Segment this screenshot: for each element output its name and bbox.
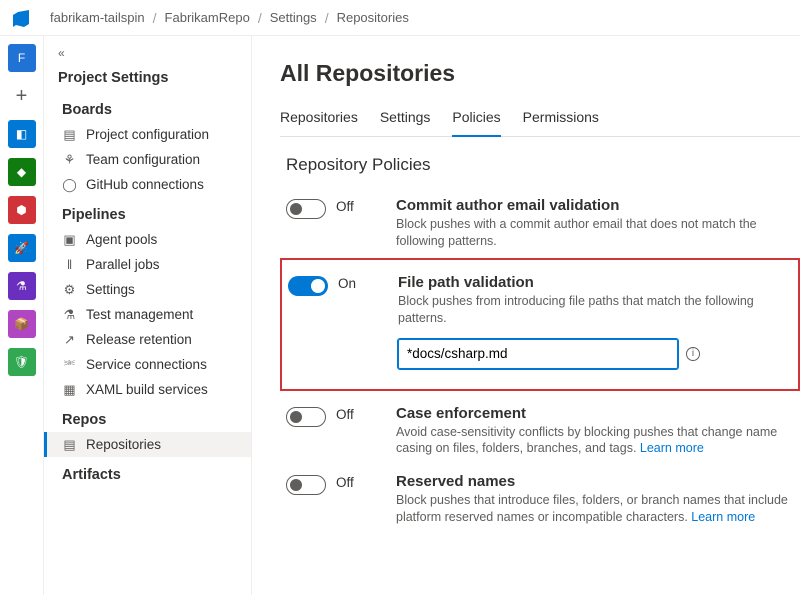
policy-title: Commit author email validation: [396, 197, 788, 214]
rail-pipelines-icon[interactable]: 🚀: [8, 234, 36, 262]
tab-policies[interactable]: Policies: [452, 105, 500, 137]
rail-artifacts-icon[interactable]: 📦: [8, 310, 36, 338]
azure-devops-logo: [10, 7, 32, 29]
sidebar-item-team-config[interactable]: ⚘ Team configuration: [44, 147, 251, 172]
rail-project-icon[interactable]: F: [8, 44, 36, 72]
repo-icon: ▤: [62, 437, 77, 452]
sidebar-item-label: XAML build services: [86, 382, 208, 397]
policy-desc: Block pushes that introduce files, folde…: [396, 492, 788, 526]
tab-permissions[interactable]: Permissions: [523, 105, 599, 136]
collapse-icon[interactable]: «: [44, 46, 251, 60]
page-title: All Repositories: [280, 60, 800, 87]
toggle-state: Off: [336, 199, 354, 214]
sidebar-item-label: Agent pools: [86, 232, 157, 247]
team-icon: ⚘: [62, 152, 77, 167]
sidebar: « Project Settings Boards ▤ Project confi…: [44, 36, 252, 595]
sidebar-item-label: Repositories: [86, 437, 161, 452]
sidebar-item-parallel[interactable]: ‖ Parallel jobs: [44, 252, 251, 277]
policy-desc: Block pushes with a commit author email …: [396, 216, 788, 250]
toggle-state: On: [338, 276, 356, 291]
sidebar-item-testmgmt[interactable]: ⚗ Test management: [44, 302, 251, 327]
policy-filepath: On File path validation Block pushes fro…: [280, 258, 800, 391]
sidebar-item-label: Parallel jobs: [86, 257, 160, 272]
breadcrumb-bar: fabrikam-tailspin / FabrikamRepo / Setti…: [0, 0, 800, 36]
crumb-org[interactable]: fabrikam-tailspin: [50, 10, 145, 25]
sidebar-item-servconn[interactable]: ⎃ Service connections: [44, 352, 251, 377]
agent-icon: ▣: [62, 232, 77, 247]
learn-more-link[interactable]: Learn more: [691, 510, 755, 524]
sidebar-heading: Project Settings: [44, 64, 251, 92]
sidebar-item-release[interactable]: ↗ Release retention: [44, 327, 251, 352]
tab-repositories[interactable]: Repositories: [280, 105, 358, 136]
policy-email: Off Commit author email validation Block…: [280, 189, 800, 258]
filepath-pattern-input[interactable]: [398, 339, 678, 369]
sidebar-item-label: Team configuration: [86, 152, 200, 167]
rail-add-icon[interactable]: +: [8, 82, 36, 110]
sidebar-item-label: Release retention: [86, 332, 192, 347]
toggle-case[interactable]: [286, 407, 326, 427]
tab-settings[interactable]: Settings: [380, 105, 431, 136]
info-icon[interactable]: i: [686, 347, 700, 361]
project-icon: ▤: [62, 127, 77, 142]
sidebar-item-github[interactable]: ◯ GitHub connections: [44, 172, 251, 197]
rail-test-icon[interactable]: ◆: [8, 158, 36, 186]
section-repos: Repos: [44, 402, 251, 432]
toggle-state: Off: [336, 407, 354, 422]
tabs: Repositories Settings Policies Permissio…: [280, 105, 800, 137]
plug-icon: ⎃: [62, 357, 77, 372]
policy-desc: Block pushes from introducing file paths…: [398, 293, 786, 327]
flask-icon: ⚗: [62, 307, 77, 322]
sidebar-item-label: Project configuration: [86, 127, 209, 142]
sidebar-item-label: Settings: [86, 282, 135, 297]
toggle-state: Off: [336, 475, 354, 490]
rocket-icon: ↗: [62, 332, 77, 347]
toggle-email[interactable]: [286, 199, 326, 219]
sidebar-item-project-config[interactable]: ▤ Project configuration: [44, 122, 251, 147]
crumb-sep: /: [258, 10, 262, 26]
sidebar-item-agentpools[interactable]: ▣ Agent pools: [44, 227, 251, 252]
policy-desc: Avoid case-sensitivity conflicts by bloc…: [396, 424, 788, 458]
learn-more-link[interactable]: Learn more: [640, 441, 704, 455]
github-icon: ◯: [62, 177, 77, 192]
gear-icon: ⚙: [62, 282, 77, 297]
crumb-sep: /: [325, 10, 329, 26]
left-rail: F + ◧ ◆ ⬢ 🚀 ⚗ 📦 🛡: [0, 36, 44, 595]
policy-reserved: Off Reserved names Block pushes that int…: [280, 465, 800, 534]
policy-title: File path validation: [398, 274, 786, 291]
sidebar-item-xaml[interactable]: ▦ XAML build services: [44, 377, 251, 402]
policy-case: Off Case enforcement Avoid case-sensitiv…: [280, 397, 800, 466]
rail-boards-icon[interactable]: ◧: [8, 120, 36, 148]
crumb-repos[interactable]: Repositories: [337, 10, 409, 25]
policy-title: Case enforcement: [396, 405, 788, 422]
crumb-project[interactable]: FabrikamRepo: [165, 10, 250, 25]
sidebar-item-label: Service connections: [86, 357, 207, 372]
xaml-icon: ▦: [62, 382, 77, 397]
parallel-icon: ‖: [62, 257, 77, 272]
sidebar-item-repositories[interactable]: ▤ Repositories: [44, 432, 251, 457]
crumb-sep: /: [153, 10, 157, 26]
main-panel: All Repositories Repositories Settings P…: [252, 36, 800, 595]
crumb-settings[interactable]: Settings: [270, 10, 317, 25]
sidebar-item-settings[interactable]: ⚙ Settings: [44, 277, 251, 302]
section-pipelines: Pipelines: [44, 197, 251, 227]
sidebar-item-label: Test management: [86, 307, 193, 322]
toggle-reserved[interactable]: [286, 475, 326, 495]
rail-testplans-icon[interactable]: ⚗: [8, 272, 36, 300]
section-boards: Boards: [44, 92, 251, 122]
rail-repos-icon[interactable]: ⬢: [8, 196, 36, 224]
rail-shield-icon[interactable]: 🛡: [8, 348, 36, 376]
section-artifacts: Artifacts: [44, 457, 251, 487]
policy-title: Reserved names: [396, 473, 788, 490]
toggle-filepath[interactable]: [288, 276, 328, 296]
panel-title: Repository Policies: [286, 155, 800, 175]
sidebar-item-label: GitHub connections: [86, 177, 204, 192]
